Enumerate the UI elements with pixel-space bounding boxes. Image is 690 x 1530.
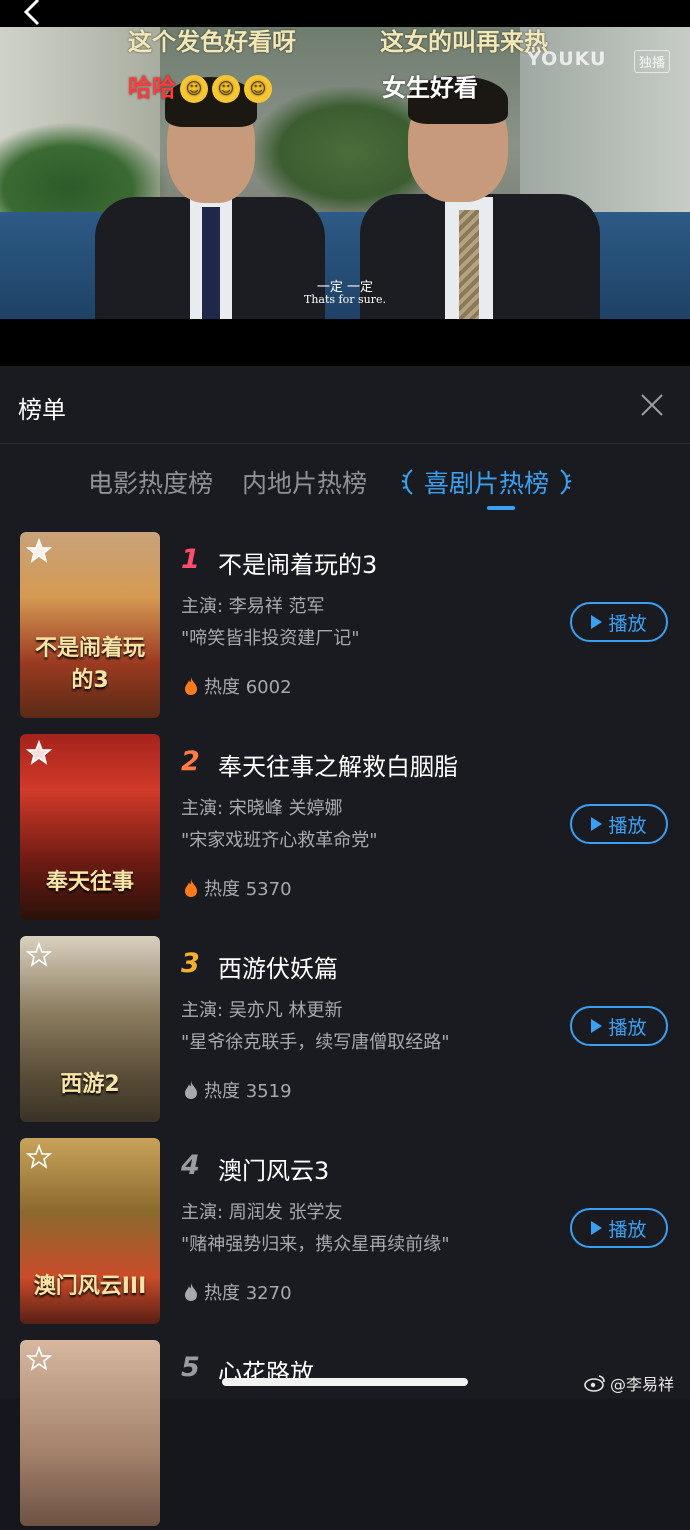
poster-title: 澳门风云III: [33, 1274, 147, 1299]
rank-number: 2: [181, 746, 200, 777]
star-icon[interactable]: [26, 1346, 52, 1372]
ranking-item[interactable]: 澳门风云III 4 澳门风云3 主演: 周润发 张学友 "赌神强势归来，携众星再…: [0, 1138, 690, 1328]
subtitle-english: Thats for sure.: [304, 293, 386, 306]
home-indicator[interactable]: [222, 1378, 468, 1386]
tab-comedy[interactable]: 喜剧片热榜: [400, 464, 573, 500]
smile-emoji-icon: ☺: [244, 75, 272, 103]
laurel-left-icon: [401, 469, 413, 495]
ranking-tabs: 电影热度榜 内地片热榜 喜剧片热榜: [0, 444, 690, 514]
play-label: 播放: [608, 814, 647, 837]
movie-title[interactable]: 奉天往事之解救白胭脂: [218, 747, 458, 782]
play-button[interactable]: 播放: [570, 602, 668, 642]
movie-cast: 主演: 周润发 张学友: [181, 1202, 343, 1223]
flame-grey-icon: [185, 1081, 197, 1099]
tab-comedy-label: 喜剧片热榜: [424, 469, 550, 498]
flame-grey-icon: [185, 1283, 197, 1301]
star-icon[interactable]: [26, 740, 52, 766]
play-icon: [591, 1019, 603, 1033]
play-button[interactable]: 播放: [570, 804, 668, 844]
smile-emoji-icon: ☺: [180, 75, 208, 103]
danmaku-comment: 这个发色好看呀: [128, 28, 296, 56]
movie-poster[interactable]: 奉天往事: [20, 734, 160, 920]
heat-score: 热度 5370: [182, 875, 292, 901]
play-icon: [591, 817, 603, 831]
flame-icon: [185, 677, 197, 695]
play-label: 播放: [608, 1016, 647, 1039]
weibo-watermark: @李易祥: [584, 1371, 674, 1395]
movie-tagline: "宋家戏班齐心救革命党": [181, 830, 378, 851]
play-button[interactable]: 播放: [570, 1208, 668, 1248]
heat-score: 热度 3519: [182, 1077, 292, 1103]
heat-text: 热度 3519: [204, 1081, 292, 1102]
star-icon[interactable]: [26, 942, 52, 968]
movie-poster[interactable]: 西游2: [20, 936, 160, 1122]
back-icon[interactable]: [22, 0, 42, 26]
youku-logo: YOUKU: [527, 48, 607, 70]
ranking-item[interactable]: 不是闹着玩的3 1 不是闹着玩的3 主演: 李易祥 范军 "啼笑皆非投资建厂记"…: [0, 532, 690, 722]
ranking-item[interactable]: 奉天往事 2 奉天往事之解救白胭脂 主演: 宋晓峰 关婷娜 "宋家戏班齐心救革命…: [0, 734, 690, 924]
movie-poster[interactable]: 不是闹着玩的3: [20, 532, 160, 718]
poster-title: 西游2: [60, 1072, 120, 1097]
movie-tagline: "星爷徐克联手，续写唐僧取经路": [181, 1032, 450, 1053]
rank-number: 1: [181, 544, 200, 575]
watermark-text: @李易祥: [610, 1375, 675, 1394]
sheet-title: 榜单: [18, 396, 66, 424]
poster-title: 奉天往事: [45, 870, 134, 895]
movie-cast: 主演: 宋晓峰 关婷娜: [181, 798, 343, 819]
play-label: 播放: [608, 612, 647, 635]
movie-poster[interactable]: [20, 1340, 160, 1526]
smile-emoji-icon: ☺: [212, 75, 240, 103]
movie-title[interactable]: 西游伏妖篇: [218, 949, 338, 984]
rank-number: 3: [181, 948, 200, 979]
danmaku-text: 哈哈: [128, 74, 176, 102]
sheet-header: 榜单: [0, 366, 690, 444]
movie-cast: 主演: 吴亦凡 林更新: [181, 1000, 343, 1021]
movie-tagline: "赌神强势归来，携众星再续前缘": [181, 1234, 450, 1255]
ranking-item[interactable]: 西游2 3 西游伏妖篇 主演: 吴亦凡 林更新 "星爷徐克联手，续写唐僧取经路"…: [0, 936, 690, 1126]
exclusive-badge: 独播: [634, 50, 671, 73]
tab-movie-heat[interactable]: 电影热度榜: [88, 464, 213, 500]
star-icon[interactable]: [26, 1144, 52, 1170]
poster-title: 不是闹着玩的3: [34, 636, 145, 693]
play-label: 播放: [608, 1218, 647, 1241]
weibo-icon: [584, 1375, 605, 1392]
flame-icon: [185, 879, 197, 897]
laurel-right-icon: [560, 469, 572, 495]
heat-score: 热度 6002: [182, 673, 292, 699]
tab-mainland[interactable]: 内地片热榜: [242, 464, 367, 500]
active-tab-indicator: [487, 506, 515, 510]
ranking-sheet: 榜单 电影热度榜 内地片热榜 喜剧片热榜 不是闹着玩的3 1 不是闹着玩的3 主…: [0, 366, 690, 1526]
play-button[interactable]: 播放: [570, 1006, 668, 1046]
movie-title[interactable]: 不是闹着玩的3: [218, 545, 377, 580]
heat-score: 热度 3270: [182, 1279, 292, 1305]
play-icon: [591, 615, 603, 629]
rank-number: 4: [181, 1150, 200, 1181]
movie-tagline: "啼笑皆非投资建厂记": [181, 628, 360, 649]
danmaku-comment: 这女的叫再来热: [380, 28, 548, 56]
danmaku-comment: 女生好看: [382, 74, 478, 102]
movie-title[interactable]: 澳门风云3: [218, 1151, 329, 1186]
danmaku-comment: 哈哈 ☺ ☺ ☺: [128, 68, 272, 103]
heat-text: 热度 6002: [204, 677, 292, 698]
heat-text: 热度 5370: [204, 879, 292, 900]
rank-number: 5: [181, 1352, 200, 1383]
heat-text: 热度 3270: [204, 1283, 292, 1304]
video-player[interactable]: 这个发色好看呀 这女的叫再来热 哈哈 ☺ ☺ ☺ 女生好看 YOUKU 独播 一定 一…: [0, 0, 690, 366]
movie-poster[interactable]: 澳门风云III: [20, 1138, 160, 1324]
movie-cast: 主演: 李易祥 范军: [181, 596, 325, 617]
close-icon[interactable]: [640, 393, 664, 417]
play-icon: [591, 1221, 603, 1235]
ranking-item[interactable]: 5 心花路放: [0, 1340, 690, 1530]
star-icon[interactable]: [26, 538, 52, 564]
